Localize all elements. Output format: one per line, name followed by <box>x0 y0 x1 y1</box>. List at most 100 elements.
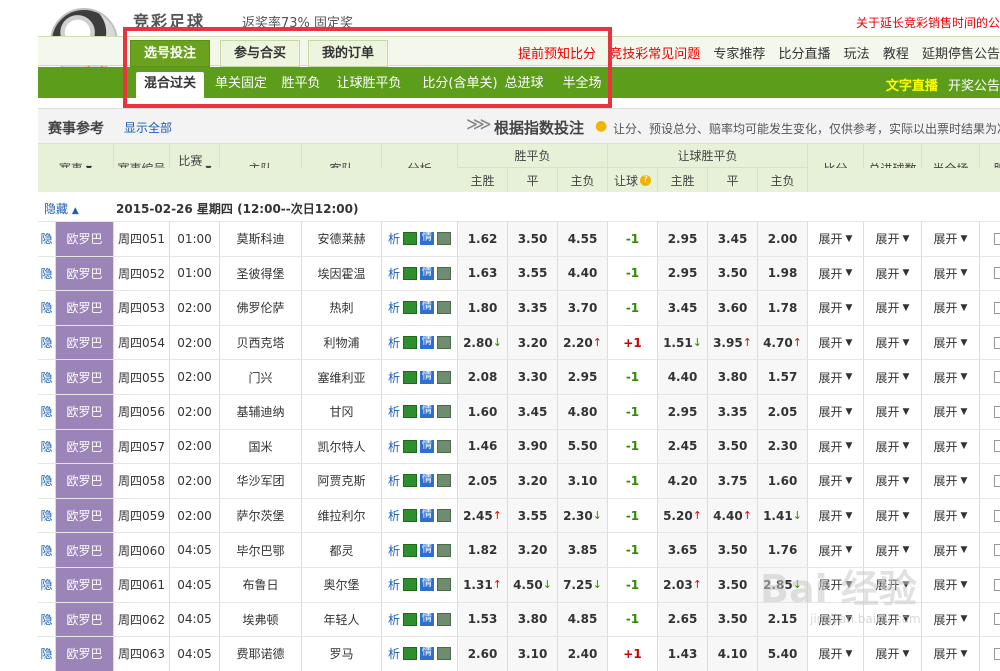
chart-icon[interactable] <box>437 336 451 350</box>
chart-icon[interactable] <box>437 439 451 453</box>
odds-d[interactable]: 3.90 <box>508 429 558 464</box>
odds-l[interactable]: 2.30 ↓ <box>558 498 608 533</box>
expand-dropdown[interactable]: 展开 <box>864 464 922 498</box>
odds-rd[interactable]: 3.60 <box>708 291 758 325</box>
league-badge[interactable]: 欧罗巴 <box>56 464 114 498</box>
top-link-expert[interactable]: 专家推荐 <box>713 47 765 62</box>
expand-dropdown[interactable]: 展开 <box>808 464 864 498</box>
odds-rw[interactable]: 1.43 <box>658 637 708 671</box>
analysis-link[interactable]: 析 <box>388 507 400 524</box>
row-hide-link[interactable]: 隐 <box>38 222 56 256</box>
expand-dropdown[interactable]: 展开 <box>922 222 980 256</box>
analysis-link[interactable]: 析 <box>388 438 400 455</box>
chart-icon[interactable] <box>437 301 451 315</box>
chart-icon[interactable] <box>437 578 451 592</box>
intel-icon[interactable]: 情 <box>420 232 434 246</box>
stats-icon[interactable] <box>403 439 417 453</box>
league-badge[interactable]: 欧罗巴 <box>56 291 114 325</box>
odds-rd[interactable]: 3.75 <box>708 464 758 498</box>
expand-dropdown[interactable]: 展开 <box>922 360 980 394</box>
odds-rd[interactable]: 3.80 <box>708 360 758 394</box>
analysis-link[interactable]: 析 <box>388 645 400 662</box>
odds-l[interactable]: 2.20 ↑ <box>558 325 608 360</box>
stats-icon[interactable] <box>403 578 417 592</box>
chart-icon[interactable] <box>437 474 451 488</box>
odds-w[interactable]: 1.53 <box>458 602 508 637</box>
intel-icon[interactable]: 情 <box>420 405 434 419</box>
expand-dropdown[interactable]: 展开 <box>922 325 980 360</box>
odds-w[interactable]: 2.80 ↓ <box>458 325 508 360</box>
odds-l[interactable]: 5.50 <box>558 429 608 464</box>
banker-checkbox[interactable] <box>993 232 1000 245</box>
odds-rl[interactable]: 2.00 <box>758 222 808 256</box>
chart-icon[interactable] <box>437 647 451 661</box>
expand-dropdown[interactable]: 展开 <box>808 222 864 256</box>
odds-rd[interactable]: 3.50 <box>708 533 758 567</box>
stats-icon[interactable] <box>403 370 417 384</box>
expand-dropdown[interactable]: 展开 <box>864 395 922 429</box>
row-hide-link[interactable]: 隐 <box>38 325 56 360</box>
league-badge[interactable]: 欧罗巴 <box>56 498 114 533</box>
odds-rw[interactable]: 2.95 <box>658 395 708 429</box>
odds-w[interactable]: 1.46 <box>458 429 508 464</box>
banker-checkbox[interactable] <box>993 405 1000 418</box>
stats-icon[interactable] <box>403 612 417 626</box>
league-badge[interactable]: 欧罗巴 <box>56 395 114 429</box>
analysis-link[interactable]: 析 <box>388 472 400 489</box>
odds-rw[interactable]: 1.51 ↓ <box>658 325 708 360</box>
chart-icon[interactable] <box>437 370 451 384</box>
odds-l[interactable]: 2.95 <box>558 360 608 394</box>
intel-icon[interactable]: 情 <box>420 266 434 280</box>
row-hide-link[interactable]: 隐 <box>38 568 56 602</box>
stats-icon[interactable] <box>403 647 417 661</box>
odds-l[interactable]: 4.55 <box>558 222 608 256</box>
odds-rd[interactable]: 4.10 <box>708 637 758 671</box>
intel-icon[interactable]: 情 <box>420 509 434 523</box>
odds-l[interactable]: 4.85 <box>558 602 608 637</box>
odds-rd[interactable]: 3.50 <box>708 568 758 602</box>
odds-rl[interactable]: 5.40 <box>758 637 808 671</box>
odds-d[interactable]: 3.35 <box>508 291 558 325</box>
expand-dropdown[interactable]: 展开 <box>922 429 980 464</box>
odds-l[interactable]: 3.10 <box>558 464 608 498</box>
chart-icon[interactable] <box>437 543 451 557</box>
expand-dropdown[interactable]: 展开 <box>808 637 864 671</box>
intel-icon[interactable]: 情 <box>420 301 434 315</box>
row-hide-link[interactable]: 隐 <box>38 533 56 567</box>
analysis-link[interactable]: 析 <box>388 542 400 559</box>
odds-rd[interactable]: 3.35 <box>708 395 758 429</box>
expand-dropdown[interactable]: 展开 <box>808 325 864 360</box>
expand-dropdown[interactable]: 展开 <box>922 568 980 602</box>
expand-dropdown[interactable]: 展开 <box>922 637 980 671</box>
top-link-delay-notice[interactable]: 延期停售公告 <box>922 47 1000 62</box>
expand-dropdown[interactable]: 展开 <box>864 360 922 394</box>
analysis-link[interactable]: 析 <box>388 230 400 247</box>
odds-rw[interactable]: 3.45 <box>658 291 708 325</box>
intel-icon[interactable]: 情 <box>420 439 434 453</box>
show-all-link[interactable]: 显示全部 <box>124 119 172 136</box>
top-link-rules[interactable]: 玩法 <box>844 47 870 62</box>
intel-icon[interactable]: 情 <box>420 647 434 661</box>
stats-icon[interactable] <box>403 232 417 246</box>
odds-rd[interactable]: 3.50 <box>708 602 758 637</box>
banker-checkbox[interactable] <box>993 509 1000 522</box>
odds-rd[interactable]: 3.50 <box>708 256 758 291</box>
odds-rl[interactable]: 2.05 <box>758 395 808 429</box>
odds-rw[interactable]: 5.20 ↑ <box>658 498 708 533</box>
league-badge[interactable]: 欧罗巴 <box>56 222 114 256</box>
intel-icon[interactable]: 情 <box>420 370 434 384</box>
odds-d[interactable]: 3.10 <box>508 637 558 671</box>
odds-d[interactable]: 3.20 <box>508 325 558 360</box>
odds-rd[interactable]: 3.95 ↑ <box>708 325 758 360</box>
banker-checkbox[interactable] <box>993 440 1000 453</box>
odds-d[interactable]: 3.30 <box>508 360 558 394</box>
odds-d[interactable]: 3.45 <box>508 395 558 429</box>
analysis-link[interactable]: 析 <box>388 576 400 593</box>
odds-rl[interactable]: 1.60 <box>758 464 808 498</box>
odds-rw[interactable]: 4.20 <box>658 464 708 498</box>
row-hide-link[interactable]: 隐 <box>38 256 56 291</box>
odds-rl[interactable]: 1.98 <box>758 256 808 291</box>
stats-icon[interactable] <box>403 474 417 488</box>
expand-dropdown[interactable]: 展开 <box>864 325 922 360</box>
odds-rw[interactable]: 3.65 <box>658 533 708 567</box>
